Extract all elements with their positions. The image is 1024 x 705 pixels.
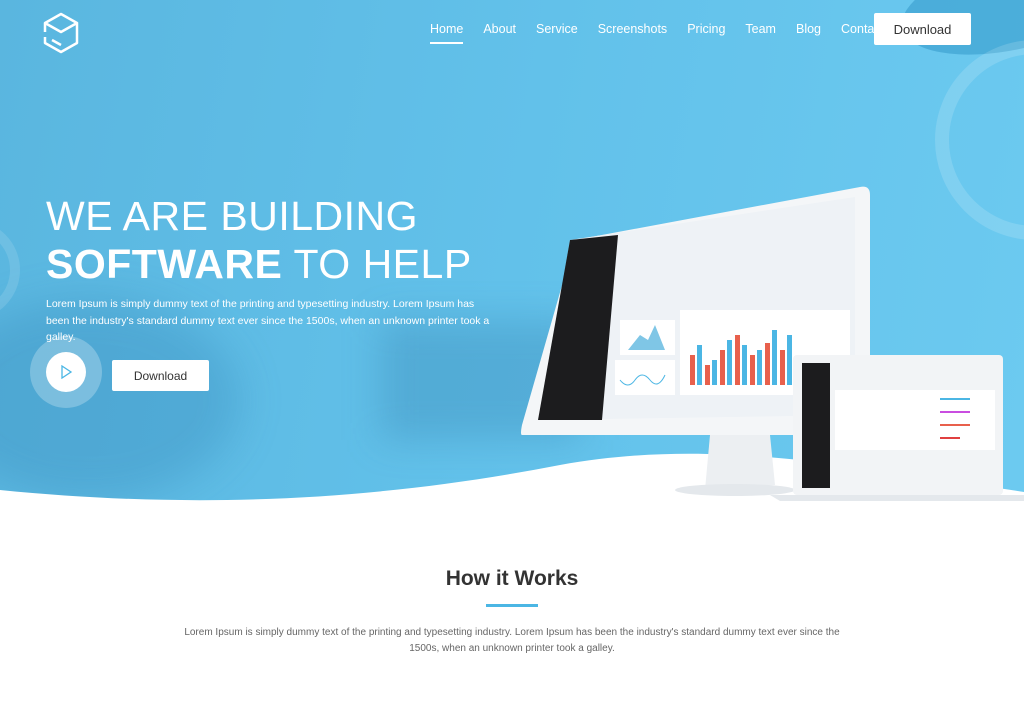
how-it-works-title: How it Works [445, 567, 579, 590]
title-line1: WE ARE BUILDING [46, 193, 419, 239]
nav-pricing[interactable]: Pricing [687, 22, 725, 44]
title-bold: SOFTWARE [46, 241, 283, 287]
play-icon [61, 365, 73, 379]
nav-team[interactable]: Team [745, 22, 776, 44]
nav-blog[interactable]: Blog [796, 22, 821, 44]
nav-home[interactable]: Home [430, 22, 464, 44]
nav-about[interactable]: About [483, 22, 516, 44]
main-nav: Home About Service Screenshots Pricing T… [430, 22, 904, 44]
hero-title: WE ARE BUILDING SOFTWARE TO HELP [46, 192, 472, 288]
play-video-button[interactable] [30, 336, 102, 408]
hero-download-button[interactable]: Download [112, 360, 209, 391]
nav-screenshots[interactable]: Screenshots [598, 22, 667, 44]
title-underline [486, 604, 538, 607]
nav-service[interactable]: Service [536, 22, 578, 44]
how-it-works-text: Lorem Ipsum is simply dummy text of the … [184, 627, 840, 654]
header-download-button[interactable]: Download [874, 13, 971, 45]
hero-lead: Lorem Ipsum is simply dummy text of the … [46, 298, 490, 343]
logo-icon[interactable] [42, 12, 80, 54]
device-mockup-image [521, 186, 1024, 501]
title-rest: TO HELP [282, 241, 472, 287]
